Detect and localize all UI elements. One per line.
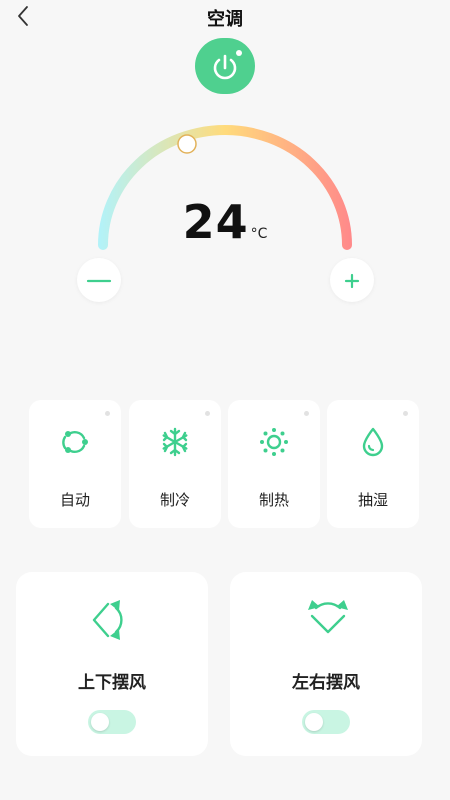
power-button[interactable] bbox=[195, 38, 255, 94]
mode-status-dot bbox=[304, 411, 309, 416]
horizontal-swing-toggle[interactable] bbox=[302, 710, 350, 734]
mode-status-dot bbox=[205, 411, 210, 416]
snowflake-icon bbox=[162, 427, 188, 457]
page-title: 空调 bbox=[207, 9, 243, 30]
mode-dry-card[interactable]: 抽湿 bbox=[327, 400, 419, 528]
mode-cool-card[interactable]: 制冷 bbox=[129, 400, 221, 528]
increase-temperature-button[interactable] bbox=[330, 258, 374, 302]
temperature-value: 24 bbox=[182, 195, 249, 249]
water-drop-icon bbox=[362, 427, 384, 457]
mode-label: 制热 bbox=[258, 491, 289, 509]
horizontal-swing-card: 左右摆风 bbox=[230, 572, 422, 756]
mode-status-dot bbox=[403, 411, 408, 416]
mode-label: 制冷 bbox=[159, 491, 190, 509]
mode-status-dot bbox=[105, 411, 110, 416]
toggle-knob bbox=[91, 713, 109, 731]
swing-label: 左右摆风 bbox=[292, 673, 360, 693]
header: 空调 bbox=[0, 0, 450, 34]
power-icon bbox=[213, 50, 242, 80]
decrease-temperature-button[interactable] bbox=[77, 258, 121, 302]
auto-cycle-icon bbox=[62, 431, 88, 453]
vertical-swing-card: 上下摆风 bbox=[16, 572, 208, 756]
mode-auto-card[interactable]: 自动 bbox=[29, 400, 121, 528]
horizontal-swing-icon bbox=[308, 600, 348, 634]
plus-icon bbox=[344, 273, 360, 289]
mode-label: 自动 bbox=[59, 491, 90, 509]
vertical-swing-icon bbox=[92, 600, 123, 640]
mode-heat-card[interactable]: 制热 bbox=[228, 400, 320, 528]
gauge-handle bbox=[177, 134, 197, 154]
swing-label: 上下摆风 bbox=[78, 673, 146, 693]
toggle-knob bbox=[305, 713, 323, 731]
mode-label: 抽湿 bbox=[357, 491, 388, 509]
temperature-display: 24 °C bbox=[0, 195, 450, 249]
vertical-swing-toggle[interactable] bbox=[88, 710, 136, 734]
sun-icon bbox=[260, 428, 288, 456]
temperature-unit: °C bbox=[250, 226, 268, 242]
minus-icon bbox=[86, 279, 112, 283]
